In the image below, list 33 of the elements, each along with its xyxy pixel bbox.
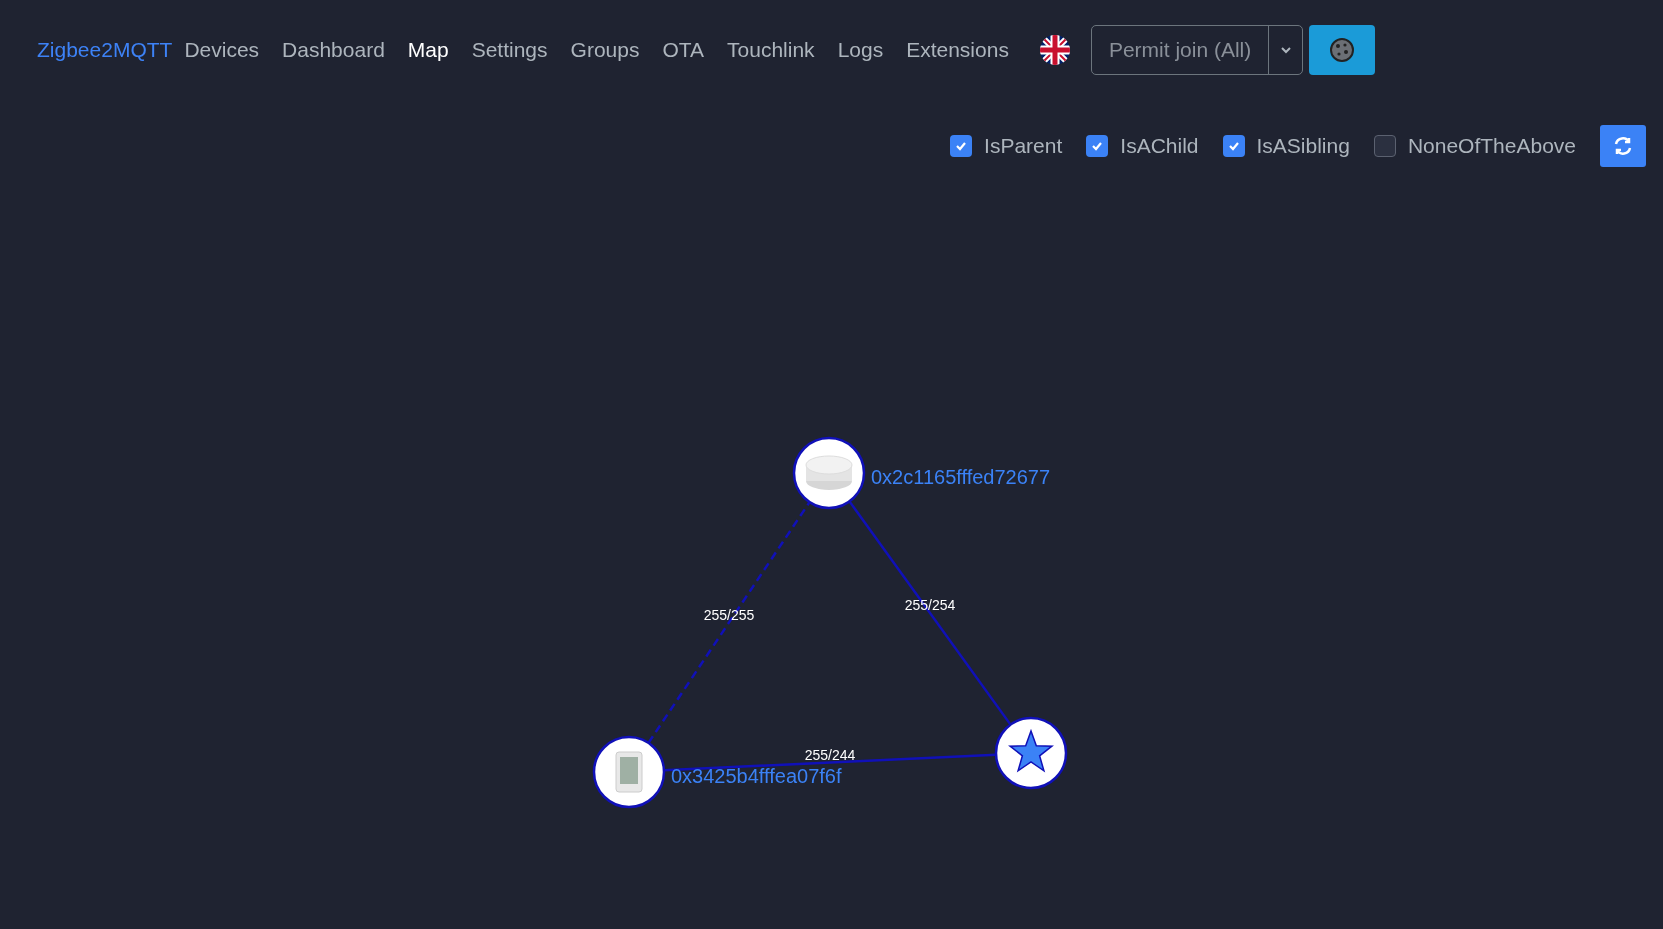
nav-link[interactable]: Map [407,34,449,66]
link-quality-label: 255/255 [703,606,755,623]
nav-link[interactable]: Touchlink [727,34,815,66]
nav-link[interactable]: OTA [662,34,705,66]
theme-button[interactable] [1309,25,1376,75]
nav-link[interactable]: Groups [570,34,640,66]
nav-link[interactable]: Dashboard [282,34,385,66]
flag-icon[interactable] [1038,34,1071,66]
checkbox-label: IsParent [984,133,1063,160]
nav-link[interactable]: Settings [471,34,548,66]
nav-link[interactable]: Logs [837,34,884,66]
checkbox[interactable] [950,135,973,157]
permit-join-select[interactable]: Permit join (All) [1090,25,1304,75]
device-node[interactable] [592,735,666,809]
nav-link[interactable]: Extensions [906,34,1009,66]
caret-icon [1279,46,1292,54]
refresh-icon [1612,135,1634,157]
refresh-button[interactable] [1600,125,1646,167]
checkbox[interactable] [1222,135,1245,157]
device-label[interactable]: 0x3425b4fffea07f6f [671,765,842,787]
brand-link[interactable]: Zigbee2MQTT [37,34,173,66]
coordinator-node[interactable] [994,716,1068,790]
nav-link[interactable]: Devices [184,34,260,66]
checkbox[interactable] [1373,135,1396,157]
checkbox-label: NoneOfTheAbove [1407,133,1576,160]
device-node[interactable] [792,436,866,510]
checkbox-label: IsAChild [1120,133,1199,160]
checkbox[interactable] [1086,135,1109,157]
cookie-icon [1329,37,1356,63]
device-label[interactable]: 0x2c1165fffed72677 [871,466,1051,488]
permit-join-label: Permit join (All) [1107,37,1253,64]
link-quality-label: 255/244 [804,746,856,763]
checkbox-label: IsASibling [1256,133,1350,160]
